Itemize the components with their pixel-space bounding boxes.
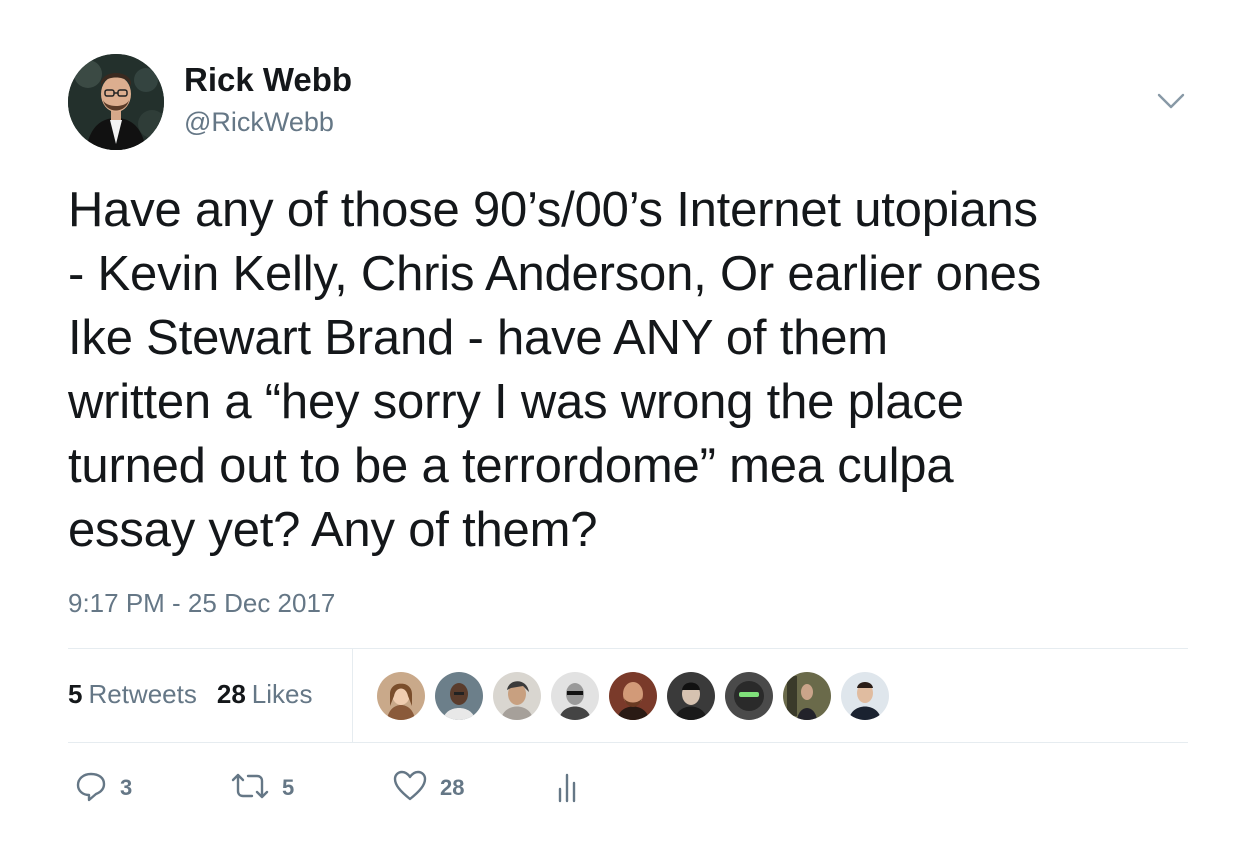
tweet-timestamp[interactable]: 9:17 PM - 25 Dec 2017 [68, 586, 335, 620]
likes-stat-count: 28 [216, 679, 246, 709]
tweet-text: Have any of those 90’s/00’s Internet uto… [68, 183, 1042, 557]
retweets-stat-label: Retweets [88, 679, 197, 709]
retweet-icon [230, 769, 270, 808]
likes-stat[interactable]: 28 Likes [217, 676, 313, 712]
reply-icon [74, 769, 108, 808]
heart-icon [392, 769, 428, 808]
reply-count: 3 [120, 775, 133, 800]
divider [68, 742, 1188, 743]
liker-avatar-4[interactable] [551, 672, 599, 720]
retweets-stat[interactable]: 5 Retweets [68, 676, 197, 712]
retweet-button[interactable]: 5 [230, 768, 294, 808]
user-avatar[interactable] [68, 54, 164, 150]
liker-avatar-1[interactable] [377, 672, 425, 720]
tweet-card: Rick Webb @RickWebb Have any of those 90… [0, 0, 1252, 846]
divider [68, 648, 1188, 649]
liker-avatar-8[interactable] [783, 672, 831, 720]
liker-avatar-7[interactable] [725, 672, 773, 720]
chevron-down-icon[interactable] [1154, 86, 1188, 116]
liker-avatar-9[interactable] [841, 672, 889, 720]
like-button[interactable]: 28 [392, 768, 464, 808]
analytics-icon [554, 769, 584, 808]
reply-button[interactable]: 3 [74, 768, 132, 808]
like-count: 28 [440, 775, 465, 800]
liker-avatar-6[interactable] [667, 672, 715, 720]
display-name[interactable]: Rick Webb [184, 60, 352, 100]
user-handle[interactable]: @RickWebb [184, 105, 334, 139]
analytics-button[interactable] [554, 768, 584, 808]
liker-avatar-3[interactable] [493, 672, 541, 720]
stats-divider [352, 649, 353, 742]
liker-avatar-5[interactable] [609, 672, 657, 720]
likes-stat-label: Likes [251, 679, 313, 709]
likers-avatars [377, 672, 889, 720]
retweet-count: 5 [282, 775, 295, 800]
retweets-stat-count: 5 [68, 679, 83, 709]
liker-avatar-2[interactable] [435, 672, 483, 720]
tweet-stats: 5 Retweets 28 Likes [68, 676, 312, 712]
